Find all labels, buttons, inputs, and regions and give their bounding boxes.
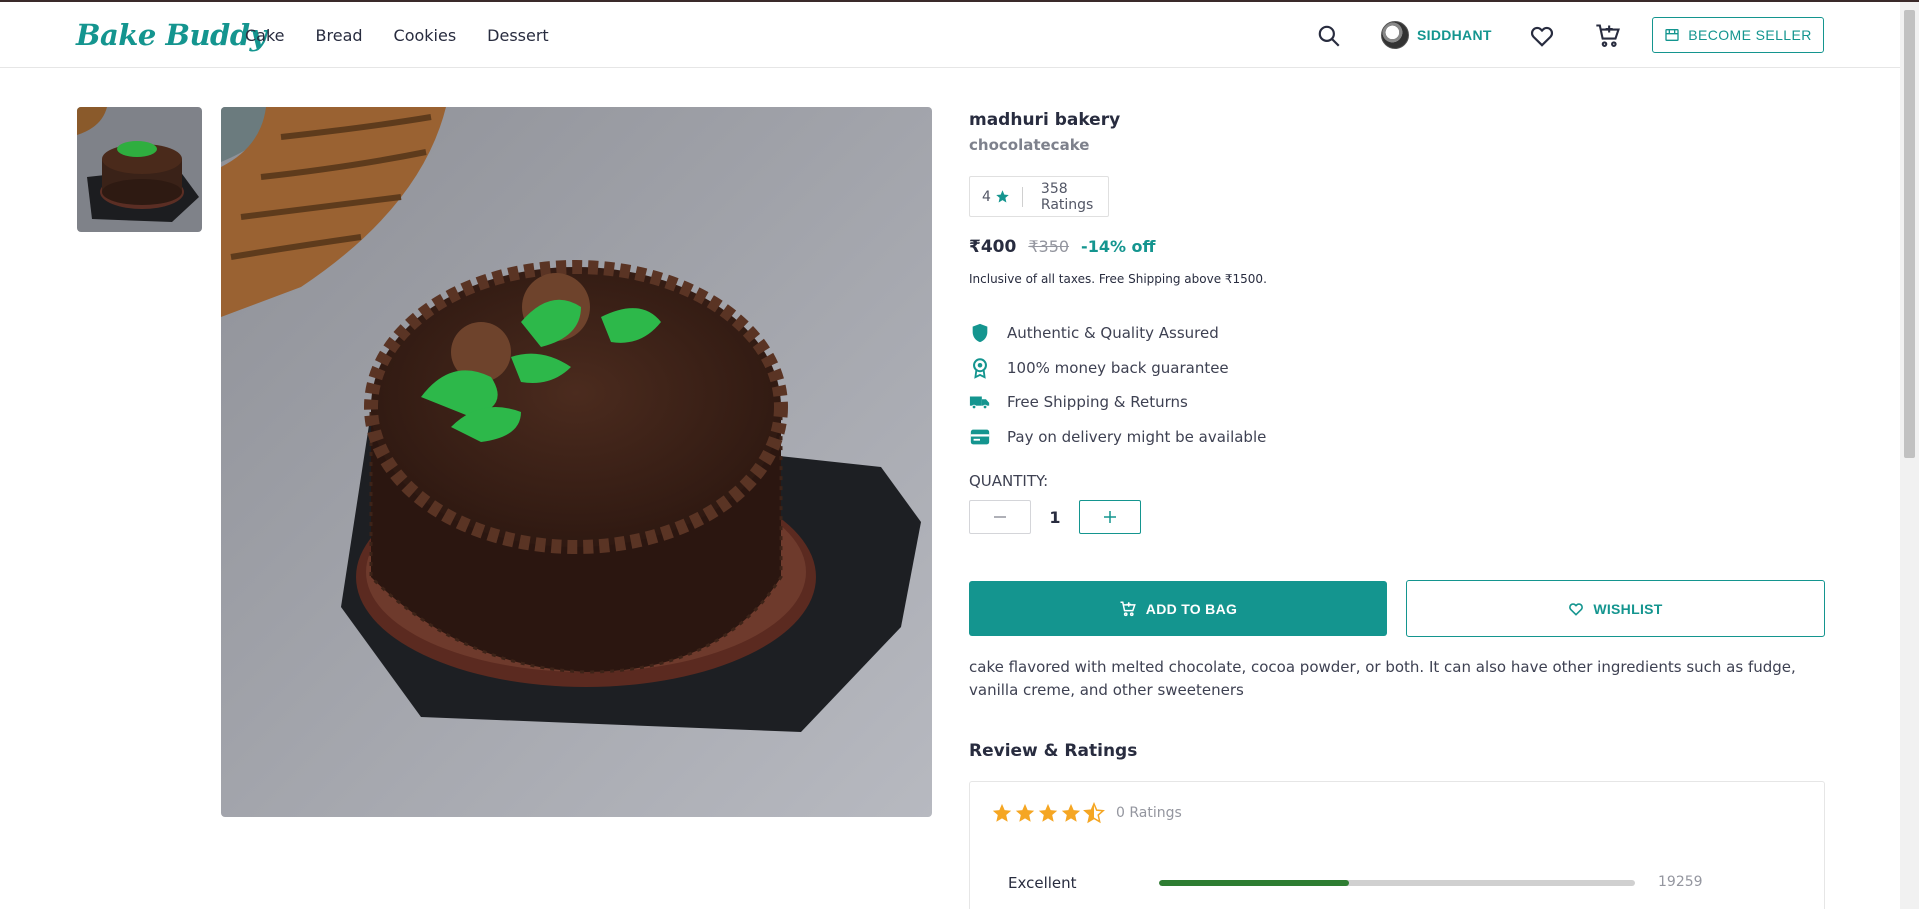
become-seller-button[interactable]: BECOME SELLER — [1652, 17, 1824, 53]
reviews-panel: 0 Ratings Excellent 19259 — [969, 781, 1825, 909]
scrollbar-thumb[interactable] — [1904, 10, 1915, 458]
plus-icon — [1104, 511, 1116, 523]
star-icon — [1038, 803, 1058, 822]
star-rating — [991, 802, 1105, 824]
cart-add-icon — [1120, 601, 1136, 616]
feature-item: Free Shipping & Returns — [969, 385, 1266, 420]
ratings-count: 358 Ratings — [1040, 180, 1094, 213]
rating-bar-count: 19259 — [1658, 874, 1703, 890]
avatar — [1381, 21, 1409, 49]
store-icon — [1665, 29, 1679, 41]
site-logo[interactable]: Bake Buddy — [76, 18, 266, 52]
badge-icon — [973, 358, 987, 379]
product-main-image — [221, 107, 932, 817]
minus-icon — [994, 516, 1006, 518]
half-star-icon — [1083, 802, 1105, 824]
decrement-button[interactable] — [969, 500, 1031, 534]
rating-number: 4 — [982, 188, 991, 205]
feature-list: Authentic & Quality Assured 100% money b… — [969, 316, 1266, 454]
add-to-bag-label: ADD TO BAG — [1145, 600, 1238, 617]
quantity-label: QUANTITY: — [969, 472, 1049, 490]
rating-value: 4 — [970, 186, 1023, 207]
cart-icon[interactable] — [1594, 22, 1622, 50]
quantity-stepper: 1 — [969, 500, 1141, 534]
heart-icon[interactable] — [1529, 23, 1555, 49]
feature-item: 100% money back guarantee — [969, 351, 1266, 386]
user-profile[interactable]: SIDDHANT — [1381, 21, 1492, 49]
feature-item: Pay on delivery might be available — [969, 420, 1266, 455]
page-scrollbar[interactable] — [1900, 2, 1919, 909]
main-nav: Cake Bread Cookies Dessert — [245, 26, 549, 45]
card-icon — [970, 429, 990, 445]
feature-item: Authentic & Quality Assured — [969, 316, 1266, 351]
nav-bread[interactable]: Bread — [316, 26, 363, 45]
discount-badge: -14% off — [1081, 237, 1156, 256]
feature-label: Pay on delivery might be available — [1007, 427, 1267, 446]
mrp-price: ₹350 — [1028, 237, 1070, 256]
star-icon — [996, 190, 1009, 203]
price-row: ₹400 ₹350 -14% off — [969, 237, 1156, 257]
star-icon — [1061, 803, 1081, 822]
search-icon[interactable] — [1316, 23, 1342, 49]
increment-button[interactable] — [1079, 500, 1141, 534]
star-icon — [992, 803, 1012, 822]
product-description: cake flavored with melted chocolate, coc… — [969, 658, 1796, 699]
rating-summary[interactable]: 4 358 Ratings — [969, 176, 1109, 217]
become-seller-label: BECOME SELLER — [1688, 27, 1812, 43]
rating-bar-track — [1159, 880, 1635, 886]
add-to-bag-button[interactable]: ADD TO BAG — [969, 581, 1387, 636]
product-thumbnail[interactable] — [77, 107, 202, 232]
feature-label: 100% money back guarantee — [1007, 358, 1229, 377]
quantity-value: 1 — [1049, 507, 1061, 527]
star-icon — [1015, 803, 1035, 822]
username: SIDDHANT — [1417, 27, 1492, 43]
wishlist-button[interactable]: WISHLIST — [1406, 580, 1825, 637]
truck-icon — [969, 396, 990, 410]
tax-note: Inclusive of all taxes. Free Shipping ab… — [969, 272, 1267, 286]
heart-icon — [1569, 602, 1584, 616]
nav-cookies[interactable]: Cookies — [394, 26, 457, 45]
feature-label: Authentic & Quality Assured — [1007, 324, 1219, 343]
wishlist-label: WISHLIST — [1593, 600, 1663, 617]
nav-cake[interactable]: Cake — [245, 26, 285, 45]
shield-icon — [972, 324, 988, 343]
feature-label: Free Shipping & Returns — [1007, 393, 1188, 412]
nav-dessert[interactable]: Dessert — [487, 26, 549, 45]
rating-bar-label: Excellent — [1008, 874, 1077, 892]
site-header: Bake Buddy Cake Bread Cookies Dessert SI… — [0, 2, 1900, 68]
reviews-title: Review & Ratings — [969, 741, 1138, 761]
selling-price: ₹400 — [969, 237, 1017, 257]
reviews-count: 0 Ratings — [1116, 805, 1182, 821]
product-name: chocolatecake — [969, 136, 1090, 154]
brand-name: madhuri bakery — [969, 110, 1121, 130]
rating-bar-fill — [1159, 880, 1350, 886]
